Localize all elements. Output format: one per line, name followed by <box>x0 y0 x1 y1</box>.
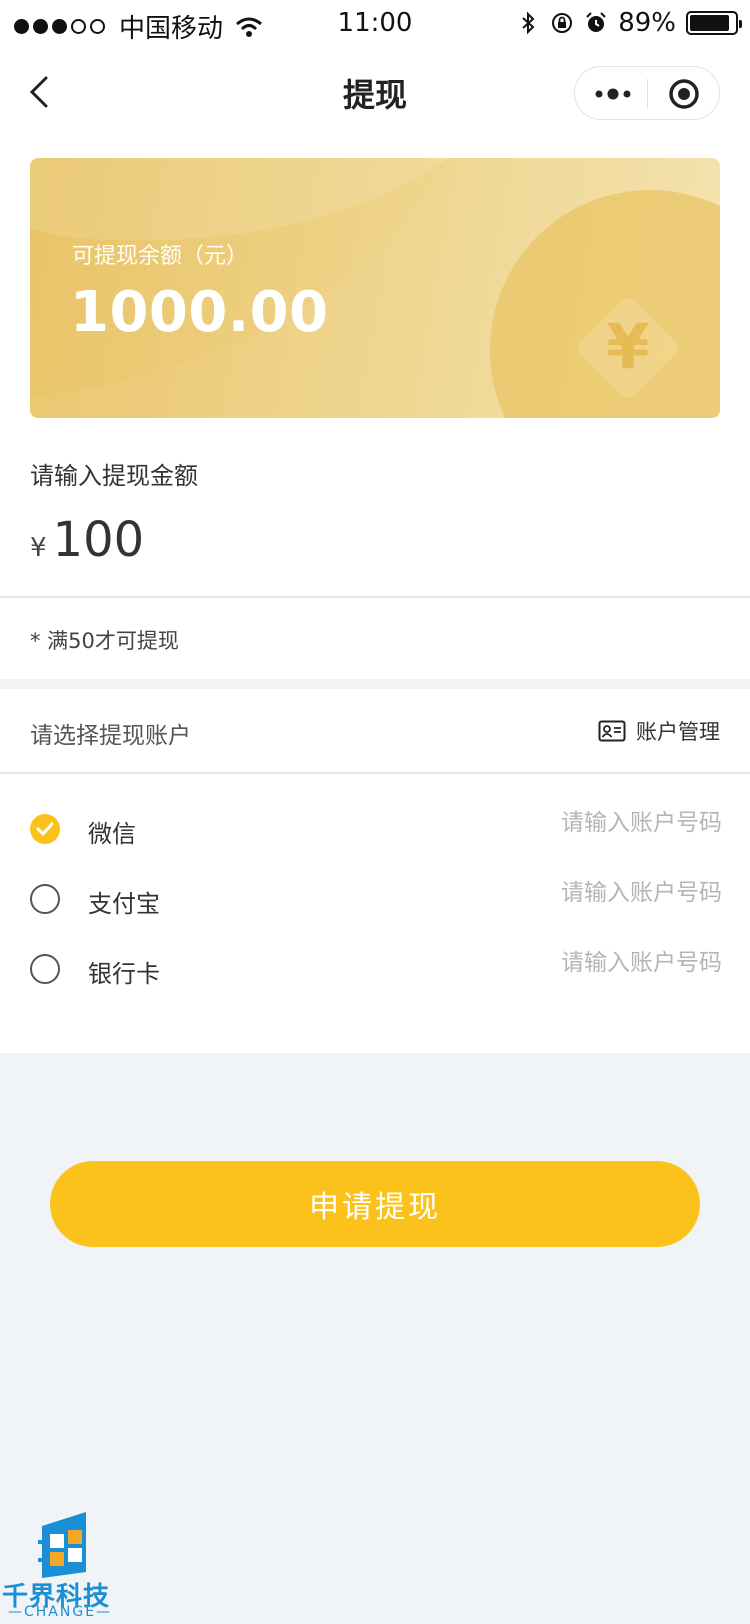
nav-bar: 提现 <box>0 48 750 138</box>
apply-withdraw-button[interactable]: 申请提现 <box>50 1161 700 1247</box>
id-card-icon <box>598 720 626 742</box>
close-target-icon[interactable] <box>667 77 701 111</box>
amount-value[interactable]: 100 <box>53 512 145 568</box>
account-manage-button[interactable]: 账户管理 <box>598 716 720 746</box>
rotation-lock-icon <box>552 13 573 33</box>
svg-text:¥: ¥ <box>606 310 649 383</box>
currency-symbol: ¥ <box>30 533 47 563</box>
yen-coin-icon: ¥ <box>578 298 678 398</box>
account-option-label: 支付宝 <box>88 890 160 918</box>
section-gap <box>0 679 750 689</box>
battery-percent: 89% <box>618 8 676 38</box>
status-bar: 中国移动 11:00 89% <box>0 0 750 48</box>
account-number-input[interactable] <box>462 950 722 976</box>
account-number-input[interactable] <box>462 810 722 836</box>
capsule-divider <box>647 79 648 109</box>
minimum-note: * 满50才可提现 <box>30 629 179 653</box>
radio-unchecked-icon[interactable] <box>30 884 60 914</box>
battery-icon <box>686 11 742 35</box>
divider <box>0 596 750 598</box>
bluetooth-icon <box>522 11 535 35</box>
balance-label: 可提现余额（元） <box>72 244 249 269</box>
radio-checked-icon[interactable] <box>30 814 60 844</box>
mini-program-capsule <box>574 66 720 120</box>
alarm-icon <box>586 12 606 32</box>
amount-input[interactable]: ¥ 100 <box>30 512 144 582</box>
status-right: 89% <box>516 8 742 38</box>
account-option-label: 微信 <box>88 820 136 848</box>
more-dots-icon[interactable] <box>593 80 633 108</box>
divider <box>0 772 750 774</box>
amount-section-title: 请输入提现金额 <box>30 462 198 490</box>
account-number-input[interactable] <box>462 880 722 906</box>
company-logo-subtitle: —CHANGE— <box>8 1604 113 1620</box>
account-option-bankcard[interactable]: 银行卡 <box>0 940 750 1000</box>
balance-card: 可提现余额（元） 1000.00 ¥ <box>30 158 720 418</box>
radio-unchecked-icon[interactable] <box>30 954 60 984</box>
account-option-alipay[interactable]: 支付宝 <box>0 870 750 930</box>
balance-amount: 1000.00 <box>70 280 329 345</box>
account-option-wechat[interactable]: 微信 <box>0 800 750 860</box>
account-section-title: 请选择提现账户 <box>30 723 191 749</box>
account-option-label: 银行卡 <box>88 960 160 988</box>
account-manage-label: 账户管理 <box>636 720 720 744</box>
